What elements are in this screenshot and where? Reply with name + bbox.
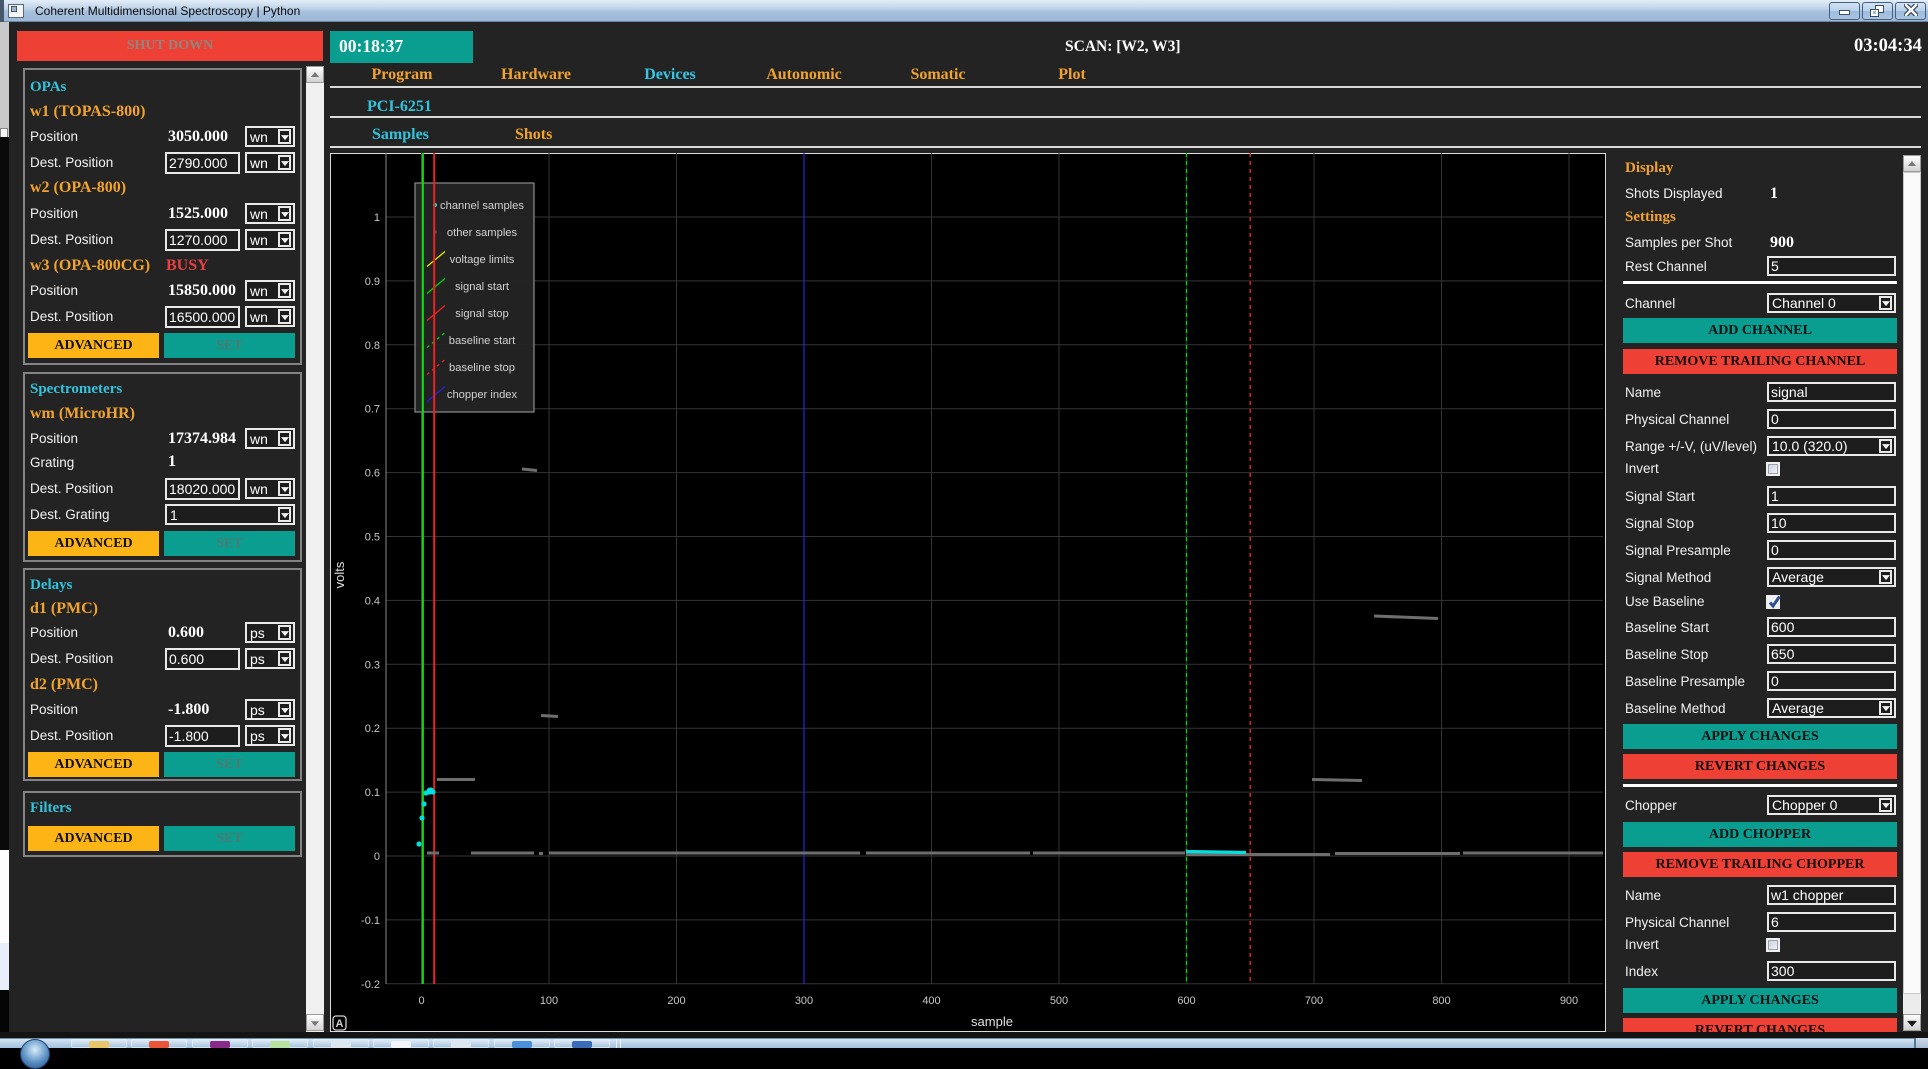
svg-text:0.6: 0.6 <box>365 468 380 480</box>
svg-text:-0.2: -0.2 <box>361 979 380 991</box>
svg-text:0.1: 0.1 <box>365 787 380 799</box>
svg-text:sample: sample <box>971 1014 1013 1029</box>
svg-text:200: 200 <box>667 995 685 1007</box>
svg-text:baseline stop: baseline stop <box>449 362 515 374</box>
svg-text:0.3: 0.3 <box>365 659 380 671</box>
svg-text:baseline start: baseline start <box>449 335 516 347</box>
svg-text:-0.1: -0.1 <box>361 915 380 927</box>
svg-text:400: 400 <box>922 995 940 1007</box>
svg-text:0.7: 0.7 <box>365 404 380 416</box>
svg-text:signal start: signal start <box>455 281 510 293</box>
svg-text:signal stop: signal stop <box>455 308 509 320</box>
svg-text:0.2: 0.2 <box>365 723 380 735</box>
svg-text:1: 1 <box>374 212 380 224</box>
svg-text:other samples: other samples <box>447 227 518 239</box>
svg-text:volts: volts <box>332 561 347 588</box>
svg-text:0.8: 0.8 <box>365 340 380 352</box>
svg-text:900: 900 <box>1560 995 1578 1007</box>
svg-text:0: 0 <box>374 851 380 863</box>
svg-text:700: 700 <box>1305 995 1323 1007</box>
svg-text:A: A <box>336 1018 344 1030</box>
svg-text:channel samples: channel samples <box>440 200 524 212</box>
svg-text:voltage limits: voltage limits <box>450 254 515 266</box>
svg-text:0.4: 0.4 <box>365 595 380 607</box>
svg-text:800: 800 <box>1432 995 1450 1007</box>
svg-text:chopper index: chopper index <box>447 389 518 401</box>
svg-text:500: 500 <box>1050 995 1068 1007</box>
svg-text:600: 600 <box>1177 995 1195 1007</box>
svg-text:0.9: 0.9 <box>365 276 380 288</box>
svg-text:0.5: 0.5 <box>365 532 380 544</box>
svg-text:0: 0 <box>418 995 424 1007</box>
svg-text:100: 100 <box>540 995 558 1007</box>
svg-text:300: 300 <box>795 995 813 1007</box>
